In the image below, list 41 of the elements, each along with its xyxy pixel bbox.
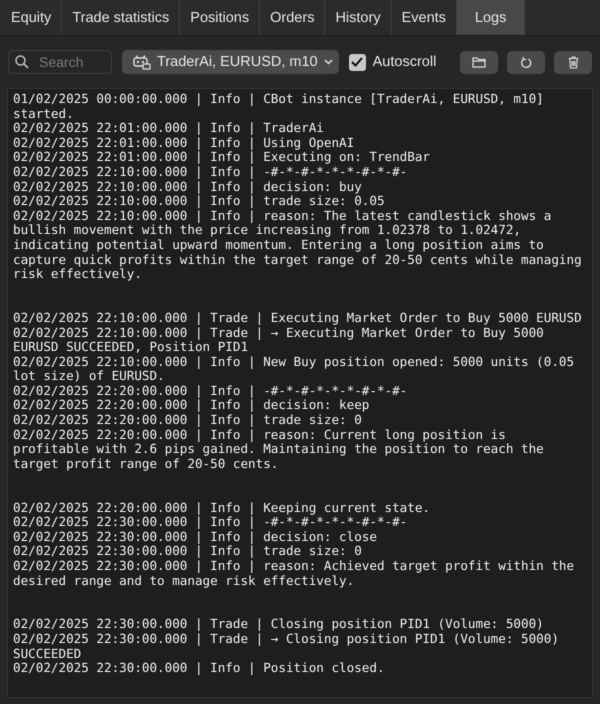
log-line: 02/02/2025 22:20:00.000 | Info | trade size: 0 (13, 413, 363, 428)
log-line: 02/02/2025 22:30:00.000 | Trade | → Closing position PID1 (Volume: 5000) SUCCEEDED (13, 632, 560, 662)
log-line: 02/02/2025 22:30:00.000 | Info | -#-*-#-*-*-*-#-*-#- (13, 515, 408, 530)
log-line: 02/02/2025 22:20:00.000 | Info | reason: Current long position is profitable with 2.6 pips gained. Maintaining the position to reach the target profit range of 20-50 cents. (13, 428, 545, 472)
log-line: 02/02/2025 22:10:00.000 | Info | -#-*-#-*-*-*-#-*-#- (13, 164, 408, 180)
tab[interactable]: Trade statistics (62, 0, 180, 35)
refresh-button[interactable] (507, 50, 545, 74)
log-line: 02/02/2025 22:20:00.000 | Info | decision: keep (13, 398, 370, 414)
refresh-icon (520, 56, 532, 68)
log-line: 02/02/2025 22:30:00.000 | Info | Position closed. (13, 661, 386, 676)
search-field[interactable]: Search (8, 50, 112, 74)
log-line: 02/02/2025 22:10:00.000 | Info | trade size: 0.05 (13, 194, 386, 209)
robot-icon (133, 54, 151, 70)
log-line: 02/02/2025 22:10:00.000 | Info | decision: buy (13, 180, 363, 194)
log-line: 02/02/2025 22:01:00.000 | Info | TraderAi (13, 121, 325, 136)
tab[interactable]: Orders (260, 0, 326, 35)
log-line: 02/02/2025 22:10:00.000 | Trade | → Executing Market Order to Buy 5000 EURUSD SUCCEEDED, Position PID1 (13, 326, 545, 355)
folder-icon (472, 56, 486, 68)
log-line: 01/02/2025 00:00:00.000 | Info | CBot instance [TraderAi, EURUSD, m10] started. (13, 92, 545, 122)
log-line: 02/02/2025 22:01:00.000 | Info | Executing on: TrendBar (13, 150, 432, 165)
log-line: 02/02/2025 22:30:00.000 | Info | reason: Achieved target profit within the desired range and to manage risk effectively. (13, 559, 576, 588)
autoscroll-checkbox[interactable] (348, 54, 366, 70)
log-line: 02/02/2025 22:10:00.000 | Info | New Buy position opened: 5000 units (0.05 lot size) of EURUSD. (13, 354, 576, 384)
autoscroll-label: Autoscroll (372, 54, 436, 70)
trash-icon (568, 56, 578, 68)
open-folder-button[interactable] (460, 50, 498, 74)
chevron-icon (324, 59, 333, 65)
log-line: 02/02/2025 22:20:00.000 | Info | -#-*-#-*-*-*-#-*-#- (13, 384, 408, 398)
log-line: 02/02/2025 22:01:00.000 | Info | Using OpenAI (13, 136, 356, 150)
tab[interactable]: Logs (456, 0, 526, 35)
log-line: 02/02/2025 22:30:00.000 | Info | trade size: 0 (13, 544, 363, 559)
log-line: 02/02/2025 22:10:00.000 | Info | reason: The latest candlestick shows a bullish movement with the price increasing from 1.02378 to 1.02472, indicating potential upward momentum. Entering a long position aims to capture quick profits within the target range of 20-50 cents while managing risk effectively. (13, 208, 583, 282)
log-line: 02/02/2025 22:10:00.000 | Trade | Executing Market Order to Buy 5000 EURUSD (13, 310, 583, 326)
tab[interactable]: History (325, 0, 392, 35)
tab[interactable]: Equity (0, 0, 62, 35)
log-line: 02/02/2025 22:30:00.000 | Info | decision: close (13, 530, 378, 544)
delete-button[interactable] (554, 50, 592, 74)
instance-dropdown[interactable]: TraderAi, EURUSD, m10 (122, 50, 339, 74)
tab[interactable]: Positions (180, 0, 260, 35)
log-line: 02/02/2025 22:30:00.000 | Trade | Closing position PID1 (Volume: 5000) (13, 617, 545, 632)
log-line: 02/02/2025 22:20:00.000 | Info | Keeping current state. (13, 500, 432, 516)
